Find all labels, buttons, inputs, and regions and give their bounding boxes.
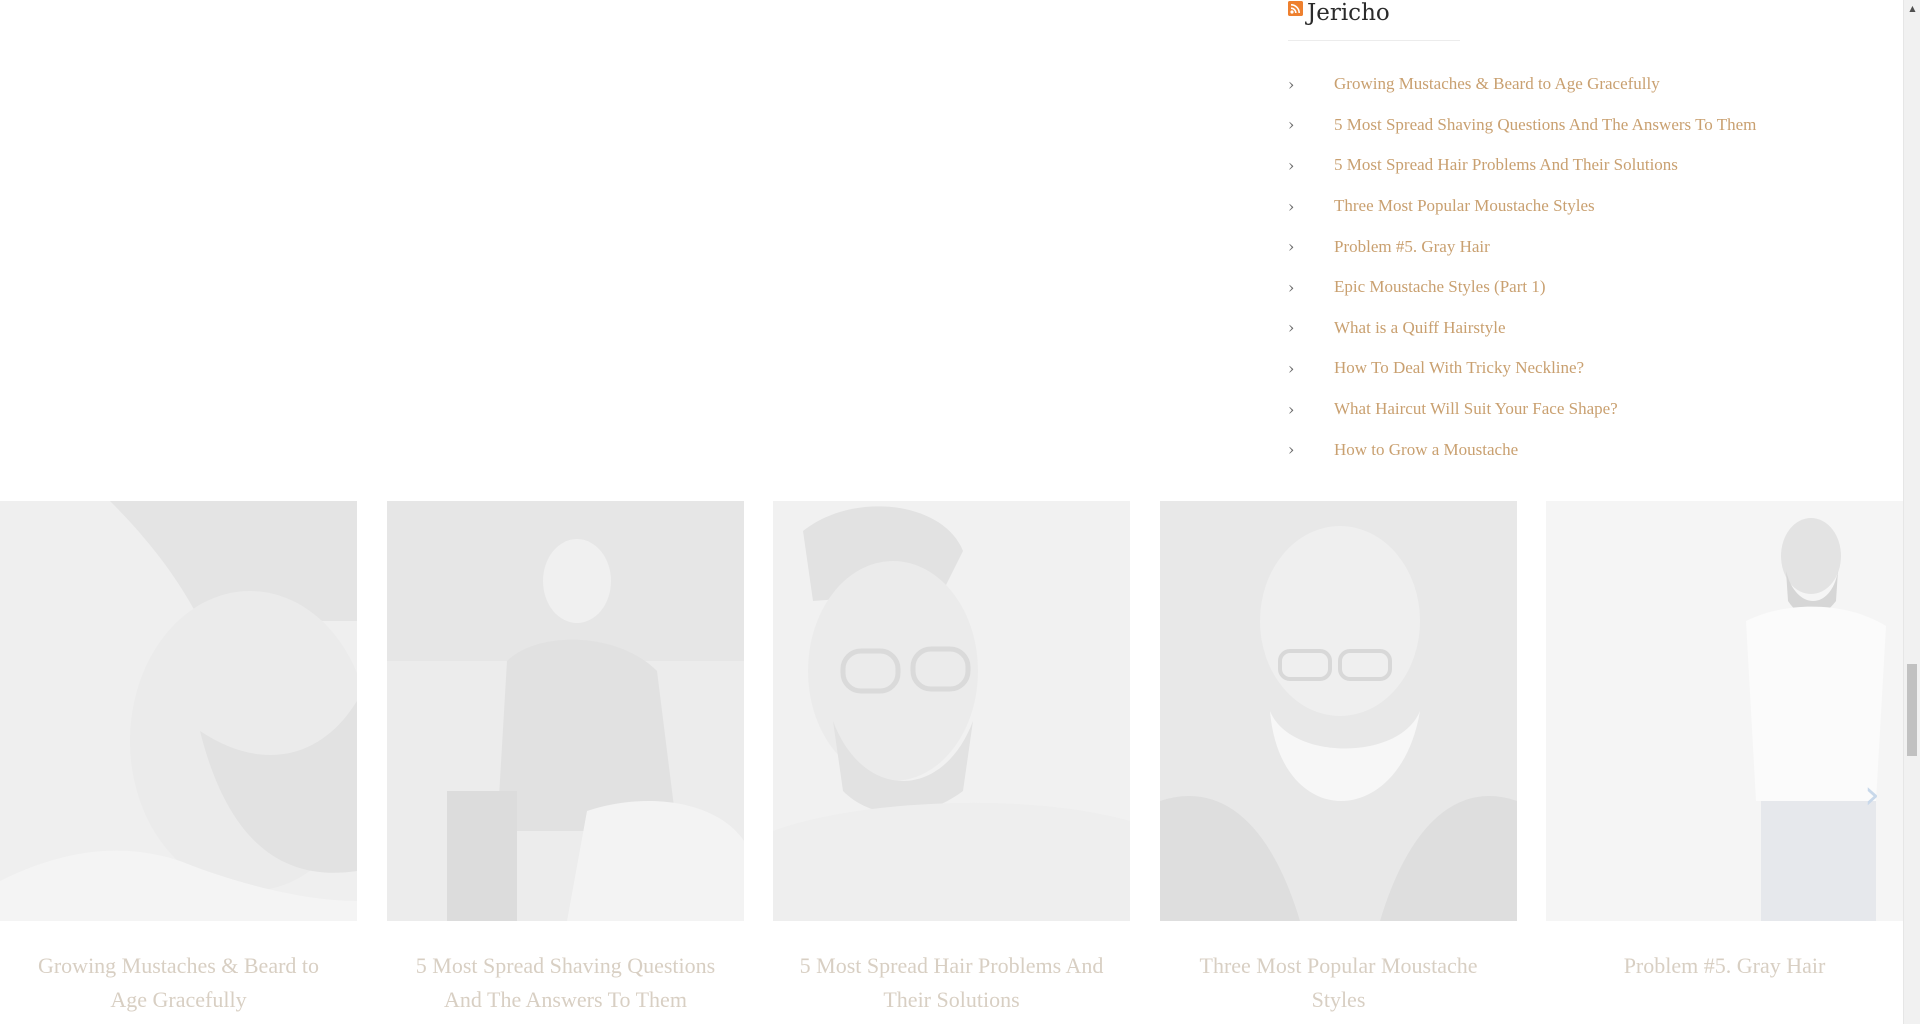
chevron-right-icon: › <box>1288 196 1295 216</box>
list-item: › 5 Most Spread Hair Problems And Their S… <box>1288 145 1848 186</box>
chevron-right-icon: › <box>1288 237 1295 257</box>
post-thumbnail-bald-bearded-man[interactable] <box>1160 501 1517 921</box>
rss-link[interactable]: 5 Most Spread Hair Problems And Their So… <box>1334 155 1678 175</box>
post-card[interactable]: Three Most Popular Moustache Styles <box>1160 501 1517 1024</box>
list-item: › Three Most Popular Moustache Styles <box>1288 186 1848 227</box>
post-title[interactable]: Problem #5. Gray Hair <box>1546 949 1903 983</box>
list-item: › What Haircut Will Suit Your Face Shape? <box>1288 389 1848 430</box>
rss-link[interactable]: Problem #5. Gray Hair <box>1334 237 1490 257</box>
widget-title-link[interactable]: Jericho <box>1307 0 1390 26</box>
rss-widget: Jericho › Growing Mustaches & Beard to Ag… <box>1288 0 1848 470</box>
list-item: › How to Grow a Moustache <box>1288 429 1848 470</box>
scrollbar-thumb[interactable] <box>1907 664 1917 756</box>
post-title[interactable]: Growing Mustaches & Beard to Age Gracefu… <box>0 949 357 1017</box>
carousel-next-arrow-icon[interactable]: › <box>1864 770 1890 820</box>
rss-link[interactable]: What Haircut Will Suit Your Face Shape? <box>1334 399 1618 419</box>
chevron-right-icon: › <box>1288 155 1295 175</box>
rss-link[interactable]: How to Grow a Moustache <box>1334 440 1518 460</box>
list-item: › Growing Mustaches & Beard to Age Gracef… <box>1288 64 1848 105</box>
chevron-right-icon: › <box>1288 399 1295 419</box>
chevron-right-icon: › <box>1288 277 1295 297</box>
rss-link[interactable]: Three Most Popular Moustache Styles <box>1334 196 1595 216</box>
list-item: › Problem #5. Gray Hair <box>1288 226 1848 267</box>
post-title[interactable]: Three Most Popular Moustache Styles <box>1160 949 1517 1017</box>
rss-link[interactable]: Growing Mustaches & Beard to Age Gracefu… <box>1334 74 1660 94</box>
post-card[interactable]: Problem #5. Gray Hair <box>1546 501 1903 1024</box>
list-item: › How To Deal With Tricky Neckline? <box>1288 348 1848 389</box>
chevron-right-icon: › <box>1288 115 1295 135</box>
scroll-up-arrow-icon[interactable]: ▲ <box>1904 0 1920 17</box>
chevron-right-icon: › <box>1288 318 1295 338</box>
post-thumbnail-barber-shop[interactable] <box>387 501 744 921</box>
post-title[interactable]: 5 Most Spread Shaving Questions And The … <box>387 949 744 1017</box>
page-scrollbar[interactable]: ▲ <box>1903 0 1920 1024</box>
post-carousel: Growing Mustaches & Beard to Age Gracefu… <box>0 501 1903 1024</box>
list-item: › Epic Moustache Styles (Part 1) <box>1288 267 1848 308</box>
chevron-right-icon: › <box>1288 358 1295 378</box>
list-item: › What is a Quiff Hairstyle <box>1288 308 1848 349</box>
rss-link[interactable]: 5 Most Spread Shaving Questions And The … <box>1334 115 1756 135</box>
title-divider <box>1288 40 1460 41</box>
chevron-right-icon: › <box>1288 440 1295 460</box>
post-thumbnail-bearded-man-profile[interactable] <box>0 501 357 921</box>
post-title[interactable]: 5 Most Spread Hair Problems And Their So… <box>773 949 1130 1017</box>
chevron-right-icon: › <box>1288 74 1295 94</box>
rss-link[interactable]: What is a Quiff Hairstyle <box>1334 318 1506 338</box>
widget-title: Jericho <box>1288 0 1848 26</box>
rss-link[interactable]: Epic Moustache Styles (Part 1) <box>1334 277 1546 297</box>
rss-list: › Growing Mustaches & Beard to Age Gracef… <box>1288 64 1848 470</box>
post-card[interactable]: 5 Most Spread Hair Problems And Their So… <box>773 501 1130 1024</box>
post-card[interactable]: 5 Most Spread Shaving Questions And The … <box>387 501 744 1024</box>
list-item: › 5 Most Spread Shaving Questions And The… <box>1288 105 1848 146</box>
post-card[interactable]: Growing Mustaches & Beard to Age Gracefu… <box>0 501 357 1024</box>
rss-link[interactable]: How To Deal With Tricky Neckline? <box>1334 358 1584 378</box>
post-thumbnail-man-white-tshirt[interactable] <box>1546 501 1903 921</box>
rss-feed-icon[interactable] <box>1288 0 1303 16</box>
post-thumbnail-smiling-man-glasses[interactable] <box>773 501 1130 921</box>
